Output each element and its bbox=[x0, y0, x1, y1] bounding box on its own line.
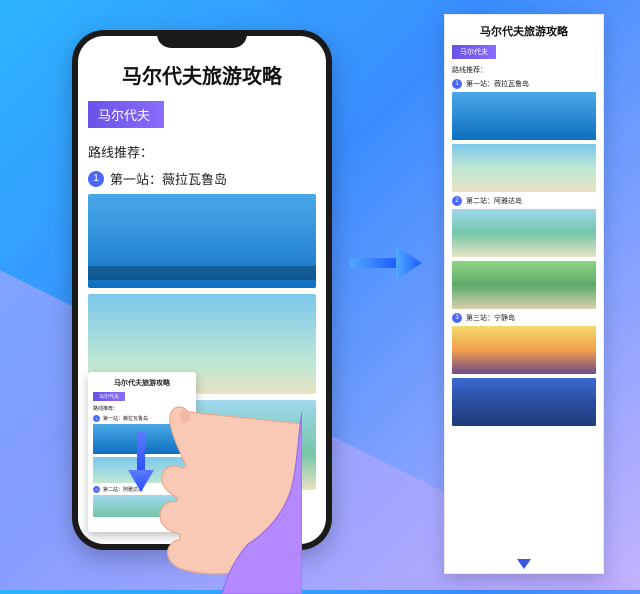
arrow-right-icon bbox=[350, 246, 422, 280]
strip-stop-label: 第三站：宁静岛 bbox=[466, 313, 515, 323]
strip-route-label: 路线推荐： bbox=[452, 65, 596, 75]
strip-title: 马尔代夫旅游攻略 bbox=[452, 23, 596, 39]
strip-stop-row: 1 第一站：薇拉瓦鲁岛 bbox=[452, 79, 596, 89]
strip-photo bbox=[452, 261, 596, 309]
phone-frame: 马尔代夫旅游攻略 马尔代夫 路线推荐： 1 第一站：薇拉瓦鲁岛 马尔代夫旅游攻略… bbox=[72, 30, 332, 550]
mini-stop-row: 2 第二站：阿雅达岛 bbox=[93, 486, 191, 493]
location-tag[interactable]: 马尔代夫 bbox=[88, 101, 164, 128]
mini-stop-label: 第一站：薇拉瓦鲁岛 bbox=[103, 415, 148, 422]
strip-photo bbox=[452, 209, 596, 257]
mini-stop-num: 2 bbox=[93, 486, 100, 493]
strip-stop-row: 2 第二站：阿雅达岛 bbox=[452, 196, 596, 206]
page-title: 马尔代夫旅游攻略 bbox=[88, 60, 316, 89]
strip-stop-label: 第一站：薇拉瓦鲁岛 bbox=[466, 79, 529, 89]
mini-route-label: 路线推荐： bbox=[93, 405, 191, 412]
mini-photo bbox=[93, 424, 191, 454]
route-label: 路线推荐： bbox=[88, 142, 316, 161]
mini-stop-row: 1 第一站：薇拉瓦鲁岛 bbox=[93, 415, 191, 422]
strip-stop-num: 3 bbox=[452, 313, 462, 323]
strip-photo bbox=[452, 378, 596, 426]
chevron-down-icon bbox=[517, 559, 531, 569]
long-screenshot-preview[interactable]: 马尔代夫旅游攻略 马尔代夫 路线推荐： 1 第一站：薇拉瓦鲁岛 2 第二站：阿雅… bbox=[88, 372, 196, 532]
strip-stop-label: 第二站：阿雅达岛 bbox=[466, 196, 522, 206]
phone-screen[interactable]: 马尔代夫旅游攻略 马尔代夫 路线推荐： 1 第一站：薇拉瓦鲁岛 马尔代夫旅游攻略… bbox=[78, 36, 326, 544]
phone-notch bbox=[157, 30, 247, 48]
mini-stop-label: 第二站：阿雅达岛 bbox=[103, 486, 143, 493]
stop-label: 第一站：薇拉瓦鲁岛 bbox=[110, 169, 227, 188]
strip-tag: 马尔代夫 bbox=[452, 45, 496, 59]
strip-stop-num: 1 bbox=[452, 79, 462, 89]
long-screenshot-result[interactable]: 马尔代夫旅游攻略 马尔代夫 路线推荐： 1 第一站：薇拉瓦鲁岛 2 第二站：阿雅… bbox=[444, 14, 604, 574]
strip-photo bbox=[452, 144, 596, 192]
stop-row: 1 第一站：薇拉瓦鲁岛 bbox=[88, 169, 316, 188]
stop-number-badge: 1 bbox=[88, 171, 104, 187]
mini-photo bbox=[93, 495, 191, 517]
strip-stop-num: 2 bbox=[452, 196, 462, 206]
mini-title: 马尔代夫旅游攻略 bbox=[93, 378, 191, 388]
strip-stop-row: 3 第三站：宁静岛 bbox=[452, 313, 596, 323]
strip-photo bbox=[452, 92, 596, 140]
strip-end-indicator bbox=[445, 555, 603, 573]
photo-beach[interactable] bbox=[88, 194, 316, 288]
mini-photo bbox=[93, 457, 191, 483]
strip-photo bbox=[452, 326, 596, 374]
mini-stop-num: 1 bbox=[93, 415, 100, 422]
mini-tag: 马尔代夫 bbox=[93, 392, 125, 401]
